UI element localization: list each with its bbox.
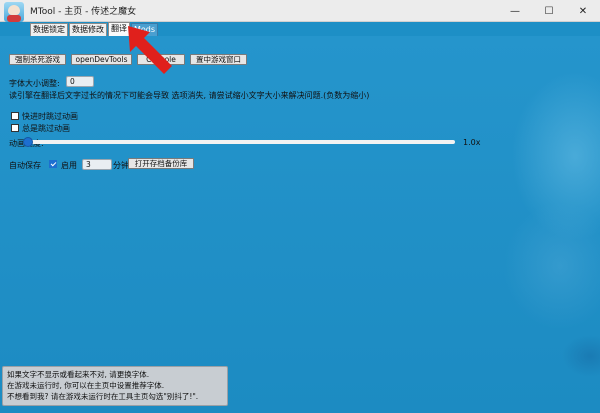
always-skip-label: 总是跳过动画 <box>22 124 70 133</box>
animation-speed-slider[interactable] <box>28 140 455 144</box>
close-button[interactable]: ✕ <box>566 0 600 22</box>
window-title: MTool - 主页 - 传述之魔女 <box>30 7 137 17</box>
fast-skip-label: 快进时跳过动画 <box>22 112 78 121</box>
tips-box: 如果文字不显示或看起来不对, 请更换字体. 在游戏未运行时, 你可以在主页中设置… <box>2 366 228 406</box>
autosave-minutes-input[interactable]: 3 <box>82 159 112 170</box>
autosave-enable-label: 启用 <box>61 161 77 170</box>
autosave-enable-checkbox[interactable] <box>49 160 57 168</box>
autosave-label: 自动保存 <box>9 161 41 170</box>
kill-game-button[interactable]: 强制杀死游戏 <box>9 54 66 65</box>
fast-skip-checkbox[interactable] <box>11 112 19 120</box>
font-size-label: 字体大小调整: <box>9 79 60 88</box>
tab-data-lock[interactable]: 数据锁定 <box>30 23 68 36</box>
maximize-button[interactable]: ☐ <box>532 0 566 22</box>
app-icon <box>4 1 24 22</box>
open-backup-button[interactable]: 打开存档备份库 <box>128 158 194 169</box>
font-size-input[interactable]: 0 <box>66 76 94 87</box>
tip-line: 不想看到我? 请在游戏未运行时在工具主页勾选"别抖了!". <box>7 392 199 401</box>
tab-data-modify[interactable]: 数据修改 <box>69 23 107 36</box>
always-skip-checkbox[interactable] <box>11 124 19 132</box>
slider-thumb[interactable] <box>23 137 33 147</box>
translate-panel: 强制杀死游戏 openDevTools Console 置中游戏窗口 字体大小调… <box>0 36 600 413</box>
tab-bar: 数据锁定 数据修改 翻译 Mods <box>0 22 600 36</box>
window-controls: — ☐ ✕ <box>498 0 600 22</box>
tip-line: 在游戏未运行时, 你可以在主页中设置推荐字体. <box>7 381 165 390</box>
red-arrow-icon <box>128 26 172 74</box>
minimize-button[interactable]: — <box>498 0 532 22</box>
title-bar: MTool - 主页 - 传述之魔女 — ☐ ✕ <box>0 0 600 22</box>
font-size-hint: 读引擎在翻译后文字过长的情况下可能会导致 选项消失, 请尝试缩小文字大小来解决问… <box>9 91 370 100</box>
animation-speed-value: 1.0x <box>463 138 481 147</box>
tip-line: 如果文字不显示或看起来不对, 请更换字体. <box>7 370 150 379</box>
autosave-unit-label: 分钟 <box>113 161 129 170</box>
center-window-button[interactable]: 置中游戏窗口 <box>190 54 247 65</box>
